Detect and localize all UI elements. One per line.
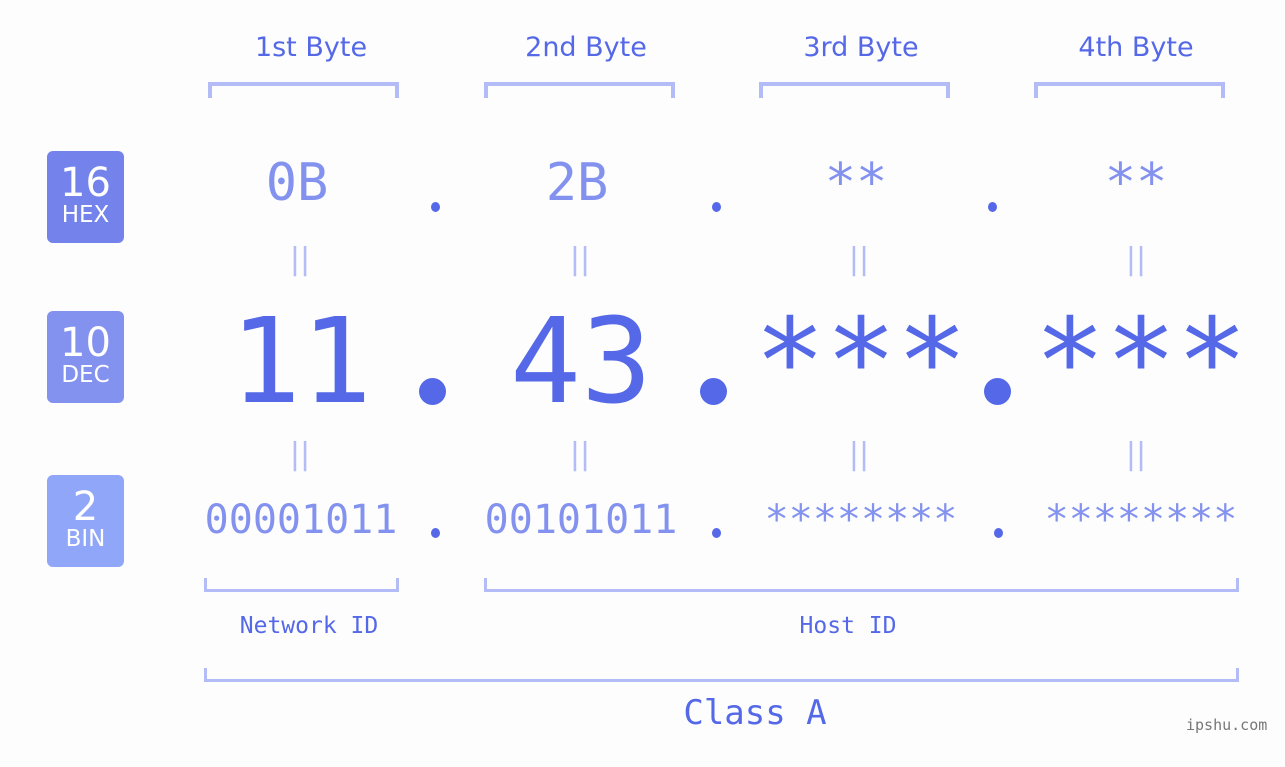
network-id-bracket <box>204 578 399 592</box>
dec-badge: 10 DEC <box>47 311 124 403</box>
equals-icon: || <box>569 242 591 277</box>
class-bracket <box>204 668 1239 682</box>
hex-dot-3 <box>988 202 997 212</box>
bin-dot-3 <box>994 528 1003 538</box>
host-id-bracket <box>484 578 1239 592</box>
byte-4-title: 4th Byte <box>1078 32 1194 63</box>
dec-byte-4: *** <box>1034 292 1248 430</box>
hex-label: HEX <box>61 202 110 228</box>
dec-label: DEC <box>61 362 110 388</box>
watermark: ipshu.com <box>1186 716 1268 734</box>
dec-byte-1: 11 <box>229 292 373 430</box>
byte-3-bracket <box>759 82 950 98</box>
equals-icon: || <box>1125 437 1147 472</box>
hex-dot-2 <box>712 202 721 212</box>
dec-byte-2: 43 <box>509 292 653 430</box>
bin-byte-1: 00001011 <box>204 497 398 543</box>
bin-badge: 2 BIN <box>47 475 124 567</box>
dec-dot-1 <box>419 378 446 405</box>
network-id-label: Network ID <box>239 613 379 639</box>
bin-byte-3: ******** <box>764 497 958 543</box>
hex-badge: 16 HEX <box>47 151 124 243</box>
byte-1-bracket <box>208 82 399 98</box>
equals-icon: || <box>289 437 311 472</box>
byte-4-bracket <box>1034 82 1225 98</box>
hex-dot-1 <box>431 202 440 212</box>
equals-icon: || <box>1125 242 1147 277</box>
dec-dot-3 <box>984 378 1011 405</box>
bin-byte-2: 00101011 <box>484 497 678 543</box>
class-label: Class A <box>683 693 827 733</box>
bin-dot-1 <box>431 528 440 538</box>
dec-base: 10 <box>60 320 111 366</box>
hex-base: 16 <box>60 160 111 206</box>
byte-2-bracket <box>484 82 675 98</box>
hex-byte-4: ** <box>1104 153 1168 213</box>
equals-icon: || <box>848 437 870 472</box>
equals-icon: || <box>289 242 311 277</box>
byte-1-title: 1st Byte <box>254 32 368 63</box>
equals-icon: || <box>569 437 591 472</box>
equals-icon: || <box>848 242 870 277</box>
hex-byte-1: 0B <box>265 153 329 213</box>
hex-byte-3: ** <box>824 153 888 213</box>
dec-dot-2 <box>700 378 727 405</box>
bin-label: BIN <box>65 526 106 552</box>
bin-byte-4: ******** <box>1044 497 1238 543</box>
dec-byte-3: *** <box>754 292 968 430</box>
byte-3-title: 3rd Byte <box>803 32 919 63</box>
hex-byte-2: 2B <box>545 153 609 213</box>
byte-2-title: 2nd Byte <box>525 32 647 63</box>
bin-dot-2 <box>712 528 721 538</box>
host-id-label: Host ID <box>799 613 897 639</box>
bin-base: 2 <box>72 484 99 530</box>
